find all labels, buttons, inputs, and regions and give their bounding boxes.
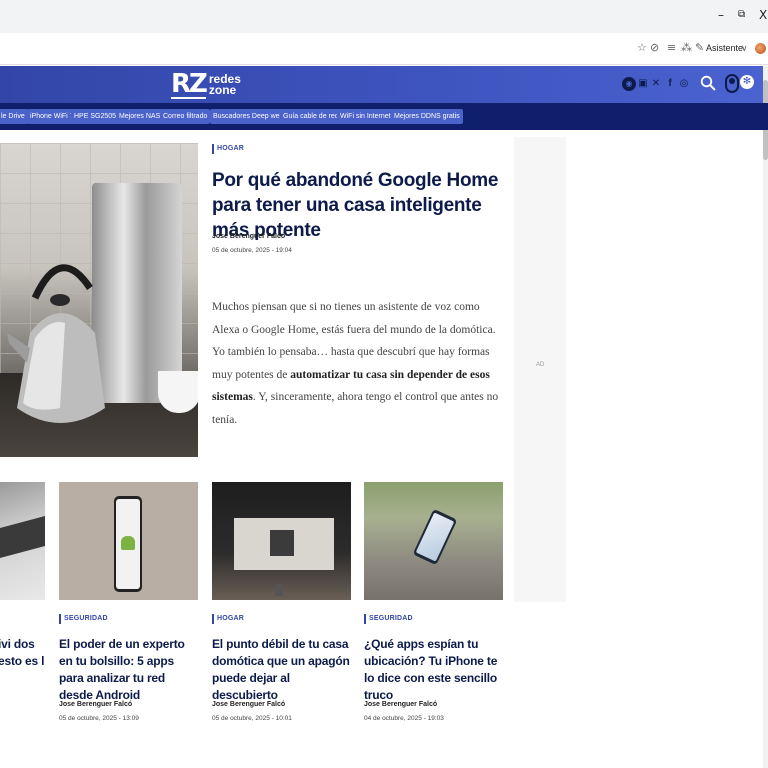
card-image-kitchen[interactable] <box>212 482 351 600</box>
site-logo[interactable]: RZ redes zone <box>171 70 241 100</box>
tag-iphone-wifi-7[interactable]: iPhone WiFi 7 <box>27 109 77 124</box>
card-title[interactable]: El punto débil de tu casa domótica que u… <box>212 636 352 704</box>
card-category[interactable]: SEGURIDAD <box>59 614 108 624</box>
featured-article-image[interactable] <box>0 143 198 457</box>
card-author[interactable]: Jose Berenguer Falcó <box>59 701 132 708</box>
card-date: 05 de octubre, 2025 - 10:01 <box>212 715 292 722</box>
tag-correo-filtrado[interactable]: Correo filtrado <box>160 109 211 124</box>
logo-line-2: zone <box>208 83 237 97</box>
card-image-android[interactable] <box>59 482 198 600</box>
card-date: 04 de octubre, 2025 - 19:03 <box>364 715 444 722</box>
voice-icon[interactable]: ⁂ <box>681 41 692 55</box>
laptop-illustration <box>0 515 45 559</box>
facebook-icon[interactable]: f <box>663 77 677 91</box>
card-date: 05 de octubre, 2025 - 13:09 <box>59 715 139 722</box>
assistant-label[interactable]: Asistente <box>706 43 743 53</box>
card-title[interactable]: ¿Qué apps espían tu ubicación? Tu iPhone… <box>364 636 504 704</box>
browser-toolbar: ☆ ⊘ ≡ ⁂ ✎ Asistente ∨ <box>0 33 768 65</box>
featured-title[interactable]: Por qué abandoné Google Home para tener … <box>212 168 502 243</box>
restore-button[interactable]: ⧉ <box>738 9 745 20</box>
oven-illustration <box>270 530 294 556</box>
settings-gear-icon[interactable]: ✻ <box>740 75 754 89</box>
featured-date: 05 de octubre, 2025 - 19:04 <box>212 247 292 254</box>
tag-wifi-sin-internet[interactable]: WiFi sin Internet <box>337 109 394 124</box>
user-account-icon[interactable] <box>725 74 739 93</box>
reading-list-icon[interactable]: ≡ <box>667 41 676 55</box>
excerpt-end: . Y, sinceramente, ahora tengo el contro… <box>212 391 499 426</box>
rss-icon[interactable]: ◉ <box>622 77 636 91</box>
tag-buscadores-deep-web[interactable]: Buscadores Deep web <box>210 109 287 124</box>
ad-label: AD <box>536 362 545 368</box>
search-icon[interactable] <box>700 75 716 91</box>
youtube-icon[interactable]: ▣ <box>636 77 650 91</box>
tag-google-drive[interactable]: le Drive <box>0 109 28 124</box>
featured-excerpt: Muchos piensan que si no tienes un asist… <box>212 296 502 431</box>
featured-author[interactable]: Jose Berenguer Falcó <box>212 233 285 240</box>
phone-illustration <box>114 496 142 592</box>
card-category[interactable]: HOGAR <box>212 614 244 624</box>
iphone-map-illustration <box>412 508 458 566</box>
tag-mejores-nas[interactable]: Mejores NAS <box>116 109 164 124</box>
coffee-cup-illustration <box>158 371 198 413</box>
window-titlebar: – ⧉ X <box>0 0 768 33</box>
tag-guia-cable-de-red[interactable]: Guía cable de red <box>280 109 342 124</box>
site-header: RZ redes zone ◉ ▣ ✕ f ◎ ✻ <box>0 66 768 103</box>
card-image-iphone-location[interactable] <box>364 482 503 600</box>
x-twitter-icon[interactable]: ✕ <box>649 77 663 91</box>
instagram-icon[interactable]: ◎ <box>677 77 691 91</box>
card-title[interactable]: El poder de un experto en tu bolsillo: 5… <box>59 636 199 704</box>
card-title-partial-line2[interactable]: esto es lo <box>0 653 44 670</box>
logo-wordmark: redes zone <box>208 73 241 97</box>
featured-category[interactable]: HOGAR <box>212 144 244 154</box>
card-title-partial-line1[interactable]: ivi dos <box>0 636 44 653</box>
page-scrollbar-track[interactable] <box>763 66 768 768</box>
card-author[interactable]: Jose Berenguer Falcó <box>364 701 437 708</box>
assistant-icon[interactable]: ✎ <box>695 41 704 55</box>
profile-avatar[interactable] <box>755 43 766 54</box>
logo-mark: RZ <box>171 69 208 99</box>
android-icon <box>121 536 135 550</box>
card-author[interactable]: Jose Berenguer Falcó <box>212 701 285 708</box>
kettle-illustration <box>7 264 105 423</box>
smart-speaker-illustration <box>275 584 283 596</box>
trending-tags-bar: le Drive iPhone WiFi 7 HPE SG2505P Mejor… <box>0 103 768 130</box>
chevron-down-icon[interactable]: ∨ <box>741 42 748 56</box>
card-category[interactable]: SEGURIDAD <box>364 614 413 624</box>
tag-mejores-ddns-gratis[interactable]: Mejores DDNS gratis <box>391 109 463 124</box>
close-button[interactable]: X <box>759 8 767 22</box>
card-image-partial[interactable] <box>0 482 45 600</box>
bookmark-star-icon[interactable]: ☆ <box>637 41 647 55</box>
ad-slot[interactable] <box>514 137 566 602</box>
share-link-icon[interactable]: ⊘ <box>650 41 659 55</box>
minimize-button[interactable]: – <box>718 8 724 22</box>
